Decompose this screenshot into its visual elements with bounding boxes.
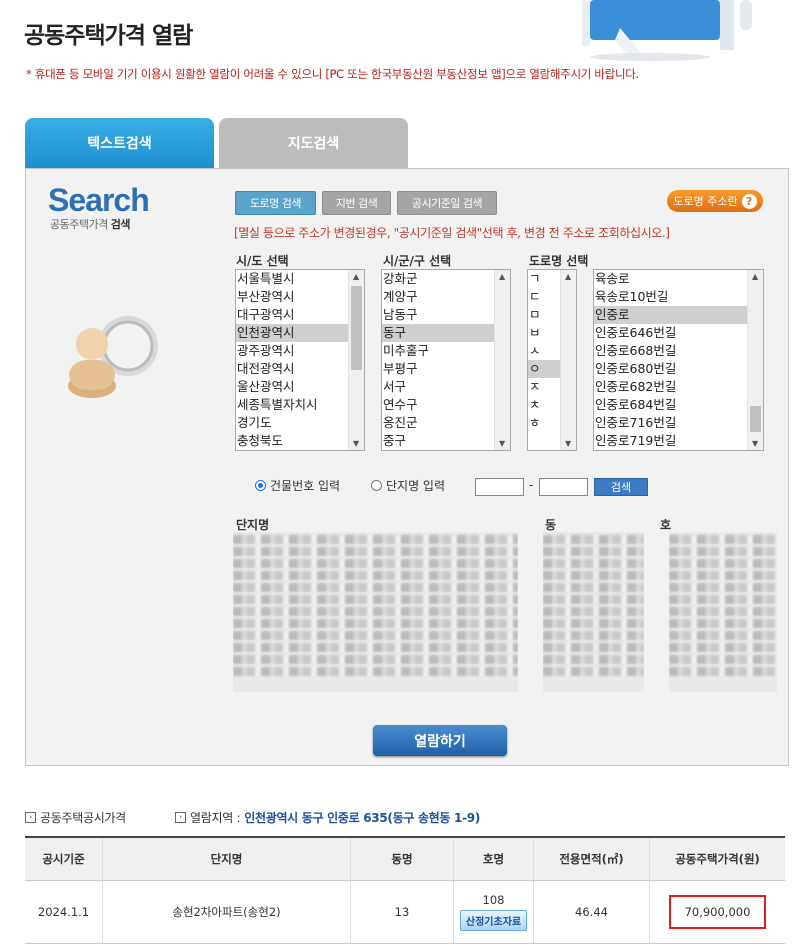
list-item[interactable]: 부산광역시	[236, 288, 364, 306]
sigungu-label: 시/군/구 선택	[383, 254, 452, 268]
radio-checked-icon	[255, 480, 266, 491]
header-area: 전용면적(㎡)	[533, 836, 650, 881]
building-sub-number-input[interactable]	[539, 478, 588, 496]
dong-list-blurred[interactable]	[543, 532, 644, 692]
cell-ho: 108 산정기초자료	[453, 880, 534, 944]
price-highlight: 70,900,000	[668, 895, 767, 929]
road-scrollbar[interactable]: ▲ ▼	[747, 270, 763, 450]
result-region: › 열람지역 : 인천광역시 동구 인중로 635(동구 송현동 1-9)	[175, 809, 480, 826]
list-item[interactable]: 육송로	[594, 270, 763, 288]
search-logo: Search	[48, 182, 150, 218]
tab-text-search[interactable]: 텍스트검색	[25, 118, 214, 168]
list-item[interactable]: 인중로646번길	[594, 324, 763, 342]
initial-listbox[interactable]: ㄱㄷㅁㅂㅅㅇㅈㅊㅎ ▲ ▼	[527, 269, 577, 451]
list-item[interactable]: 인중로680번길	[594, 360, 763, 378]
view-button[interactable]: 열람하기	[373, 725, 507, 756]
header-complex: 단지명	[102, 836, 351, 881]
list-item[interactable]: 강화군	[382, 270, 510, 288]
list-item[interactable]: 대구광역시	[236, 306, 364, 324]
chevron-right-icon: ›	[25, 812, 36, 823]
cell-complex: 송현2차아파트(송현2)	[102, 880, 351, 944]
address-warning: [멸실 등으로 주소가 변경된경우, "공시기준일 검색"선택 후, 변경 전 …	[234, 226, 670, 240]
cell-date: 2024.1.1	[25, 880, 103, 944]
list-item[interactable]: 서구	[382, 378, 510, 396]
sigungu-scrollbar[interactable]: ▲ ▼	[494, 270, 510, 450]
list-item[interactable]: 중구	[382, 432, 510, 450]
radio-unchecked-icon	[371, 480, 382, 491]
sigungu-listbox[interactable]: 강화군 계양구 남동구 동구 미추홀구 부평구 서구 연수구 옹진군 중구 ▲ ▼	[381, 269, 511, 451]
list-item[interactable]: 인중로716번길	[594, 414, 763, 432]
result-table: 공시기준 단지명 동명 호명 전용면적(㎡) 공동주택가격(원) 2024.1.…	[25, 836, 785, 944]
ho-list-blurred[interactable]	[669, 532, 777, 692]
complex-name-radio[interactable]: 단지명 입력	[371, 477, 445, 494]
list-item[interactable]: 동구	[382, 324, 510, 342]
number-search-button[interactable]: 검색	[594, 478, 648, 496]
list-item[interactable]: 남동구	[382, 306, 510, 324]
list-item[interactable]: 울산광역시	[236, 378, 364, 396]
header-dong: 동명	[350, 836, 454, 881]
result-region-value: 인천광역시 동구 인중로 635(동구 송현동 1-9)	[244, 811, 481, 825]
list-item[interactable]: 세종특별자치시	[236, 396, 364, 414]
building-main-number-input[interactable]	[475, 478, 524, 496]
list-item[interactable]: 경기도	[236, 414, 364, 432]
sido-listbox[interactable]: 서울특별시 부산광역시 대구광역시 인천광역시 광주광역시 대전광역시 울산광역시 세종특별자…	[235, 269, 365, 451]
list-item[interactable]: 계양구	[382, 288, 510, 306]
mobile-notice: * 휴대폰 등 모바일 기기 이용시 원활한 열람이 어려울 수 있으니 [PC…	[26, 67, 639, 81]
road-listbox[interactable]: 육송로 육송로10번길 인중로 인중로646번길 인중로668번길 인중로680번길 인중로…	[593, 269, 764, 451]
list-item[interactable]: 육송로10번길	[594, 288, 763, 306]
list-item[interactable]: 인중로	[594, 306, 763, 324]
cell-area: 46.44	[533, 880, 650, 944]
complex-list-blurred[interactable]	[233, 532, 518, 692]
building-number-label: 건물번호 입력	[270, 479, 341, 493]
sido-label: 시/도 선택	[236, 254, 289, 268]
help-icon: ?	[741, 193, 757, 209]
guide-label: 도로명 주소란	[673, 195, 738, 208]
list-item[interactable]: 옹진군	[382, 414, 510, 432]
dong-column-label: 동	[545, 518, 557, 532]
list-item[interactable]: 광주광역시	[236, 342, 364, 360]
list-item[interactable]: 미추홀구	[382, 342, 510, 360]
chevron-right-icon: ›	[175, 812, 186, 823]
basis-data-button[interactable]: 산정기초자료	[459, 910, 528, 931]
initial-scrollbar[interactable]: ▲ ▼	[560, 270, 576, 450]
list-item[interactable]: 연수구	[382, 396, 510, 414]
user-search-icon	[68, 316, 158, 398]
list-item[interactable]: 충청북도	[236, 432, 364, 450]
complex-column-label: 단지명	[236, 518, 270, 532]
ho-value: 108	[482, 893, 505, 907]
number-separator: -	[529, 478, 534, 492]
cell-price: 70,900,000	[649, 880, 785, 944]
list-item[interactable]: 인중로684번길	[594, 396, 763, 414]
sido-scrollbar[interactable]: ▲ ▼	[348, 270, 364, 450]
tab-map-search[interactable]: 지도검색	[219, 118, 408, 168]
header-price: 공동주택가격(원)	[649, 836, 785, 881]
page-title: 공동주택가격 열람	[24, 23, 193, 49]
complex-name-label: 단지명 입력	[386, 479, 446, 493]
list-item[interactable]: 인중로719번길	[594, 432, 763, 450]
list-item[interactable]: 서울특별시	[236, 270, 364, 288]
search-logo-subtitle: 공동주택가격 검색	[50, 218, 130, 231]
table-row: 2024.1.1 송현2차아파트(송현2) 13 108 산정기초자료 46.4…	[25, 880, 785, 944]
ho-column-label: 호	[660, 518, 672, 532]
cell-dong: 13	[350, 880, 454, 944]
header-ho: 호명	[453, 836, 534, 881]
road-search-button[interactable]: 도로명 검색	[235, 191, 316, 215]
list-item[interactable]: 인중로682번길	[594, 378, 763, 396]
list-item[interactable]: 대전광역시	[236, 360, 364, 378]
road-label: 도로명 선택	[529, 254, 589, 268]
building-number-radio[interactable]: 건물번호 입력	[255, 477, 340, 494]
list-item[interactable]: 인중로668번길	[594, 342, 763, 360]
header-date: 공시기준	[25, 836, 103, 881]
road-address-guide-button[interactable]: 도로명 주소란 ?	[667, 190, 763, 212]
result-header-row: 공시기준 단지명 동명 호명 전용면적(㎡) 공동주택가격(원)	[25, 836, 785, 881]
lot-search-button[interactable]: 지번 검색	[322, 191, 391, 215]
list-item[interactable]: 부평구	[382, 360, 510, 378]
result-section-label: › 공동주택공시가격	[25, 809, 126, 826]
list-item[interactable]: 인천광역시	[236, 324, 364, 342]
date-search-button[interactable]: 공시기준일 검색	[397, 191, 497, 215]
header-illustration	[582, 0, 752, 61]
